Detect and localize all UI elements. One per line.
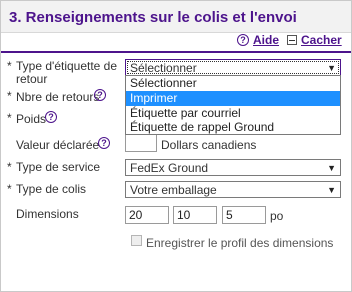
service-type-selected: FedEx Ground: [130, 161, 209, 175]
declared-value-input[interactable]: [125, 134, 157, 152]
height-input[interactable]: [222, 206, 266, 224]
chevron-down-icon: ▼: [327, 185, 336, 195]
service-type-label: Type de service: [16, 160, 101, 174]
section-header: 3. Renseignements sur le colis et l'envo…: [1, 1, 351, 33]
help-label: Aide: [253, 33, 280, 47]
label-type-select[interactable]: Sélectionner ▼: [125, 59, 341, 76]
dropdown-option-select[interactable]: Sélectionner: [126, 76, 340, 91]
help-link[interactable]: ? Aide: [237, 33, 279, 47]
required-mark: *: [7, 59, 12, 73]
required-mark: *: [7, 160, 12, 174]
label-type-dropdown: Sélectionner Imprimer Étiquette par cour…: [125, 75, 341, 135]
package-type-select[interactable]: Votre emballage ▼: [125, 181, 341, 198]
dropdown-option-ground-call-tag[interactable]: Étiquette de rappel Ground: [126, 120, 340, 135]
dimensions-label: Dimensions: [16, 207, 79, 221]
required-mark: *: [7, 89, 12, 103]
weight-label: Poids: [16, 112, 47, 126]
label-type-label-line1: Type d'étiquette de: [16, 59, 118, 73]
help-icon: ?: [237, 34, 249, 46]
service-type-select[interactable]: FedEx Ground ▼: [125, 159, 341, 176]
shipment-info-panel: 3. Renseignements sur le colis et l'envo…: [0, 0, 352, 292]
width-input[interactable]: [173, 206, 217, 224]
help-icon[interactable]: ?: [94, 89, 106, 101]
dropdown-option-print[interactable]: Imprimer: [126, 91, 340, 106]
hide-link[interactable]: Cacher: [287, 33, 342, 47]
length-input[interactable]: [125, 206, 169, 224]
hide-label: Cacher: [301, 33, 342, 47]
help-icon[interactable]: ?: [45, 111, 57, 123]
section-toolbar: ? Aide Cacher: [1, 32, 351, 53]
label-type-selected: Sélectionner: [130, 61, 197, 75]
currency-label: Dollars canadiens: [161, 138, 257, 152]
required-mark: *: [7, 111, 12, 125]
declared-value-label: Valeur déclarée: [16, 138, 100, 152]
return-count-label: Nbre de retours: [16, 90, 100, 104]
save-profile-checkbox[interactable]: [131, 235, 142, 246]
dropdown-option-email-label[interactable]: Étiquette par courriel: [126, 106, 340, 121]
required-mark: *: [7, 182, 12, 196]
chevron-down-icon: ▼: [327, 163, 336, 173]
package-type-label: Type de colis: [16, 182, 87, 196]
section-title: 3. Renseignements sur le colis et l'envo…: [9, 9, 297, 26]
label-type-label-line2: retour: [16, 72, 48, 86]
save-profile-label: Enregistrer le profil des dimensions: [146, 236, 334, 250]
dimensions-unit: po: [270, 209, 284, 223]
help-icon[interactable]: ?: [98, 137, 110, 149]
collapse-icon: [287, 35, 297, 45]
package-type-selected: Votre emballage: [130, 183, 217, 197]
